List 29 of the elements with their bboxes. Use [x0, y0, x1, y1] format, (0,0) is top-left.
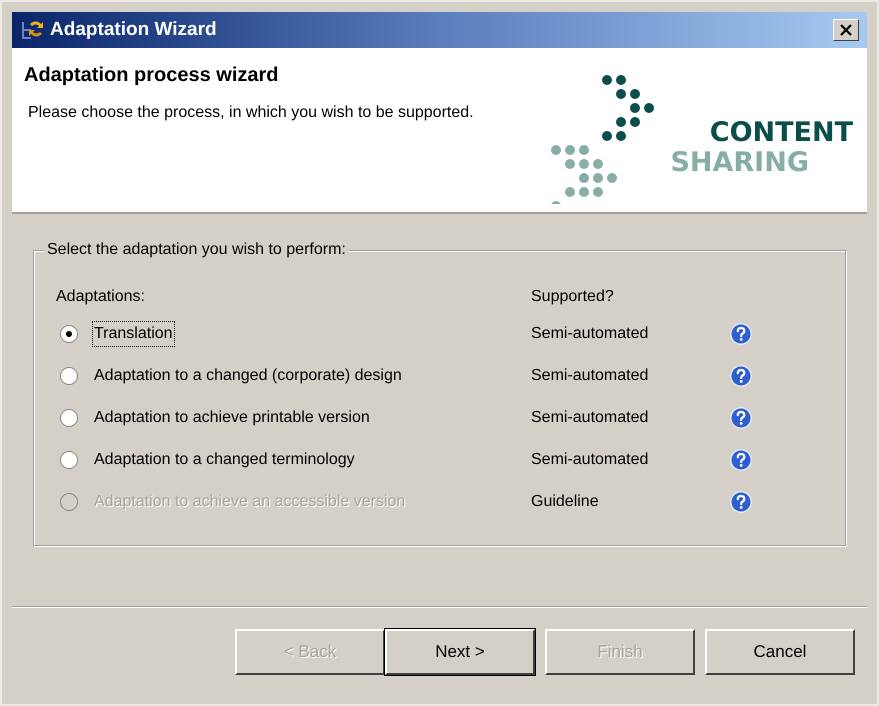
- window-title: Adaptation Wizard: [50, 18, 218, 42]
- radio-button[interactable]: [60, 451, 78, 469]
- help-icon[interactable]: [729, 490, 753, 514]
- support-level: Semi-automated: [531, 450, 650, 470]
- wizard-button[interactable]: Cancel: [705, 629, 855, 675]
- help-icon[interactable]: [729, 448, 753, 472]
- option-label[interactable]: Translation: [92, 321, 175, 347]
- support-level: Semi-automated: [531, 408, 650, 428]
- option-label[interactable]: Adaptation to a changed terminology: [92, 447, 357, 473]
- header-title: Adaptation process wizard: [24, 63, 280, 88]
- wizard-button[interactable]: Next >: [385, 629, 535, 675]
- support-level: Guideline: [531, 492, 600, 512]
- radio-button[interactable]: [60, 367, 78, 385]
- close-icon: [840, 24, 852, 36]
- help-icon[interactable]: [729, 364, 753, 388]
- support-level: Semi-automated: [531, 366, 650, 386]
- help-icon[interactable]: [729, 406, 753, 430]
- option-label[interactable]: Adaptation to achieve printable version: [92, 405, 372, 431]
- radio-button[interactable]: [60, 409, 78, 427]
- help-icon[interactable]: [729, 322, 753, 346]
- support-level: Semi-automated: [531, 324, 650, 344]
- option-label[interactable]: Adaptation to a changed (corporate) design: [92, 363, 404, 389]
- column-header: Adaptations:: [56, 287, 146, 307]
- header-description: Please choose the process, in which you wish to be supported.: [27, 103, 475, 123]
- column-header: Supported?: [531, 287, 615, 307]
- logo-text: SHARING: [670, 148, 809, 178]
- logo-text: CONTENT: [710, 118, 853, 148]
- radio-button[interactable]: [60, 325, 78, 343]
- close-button[interactable]: [833, 19, 859, 41]
